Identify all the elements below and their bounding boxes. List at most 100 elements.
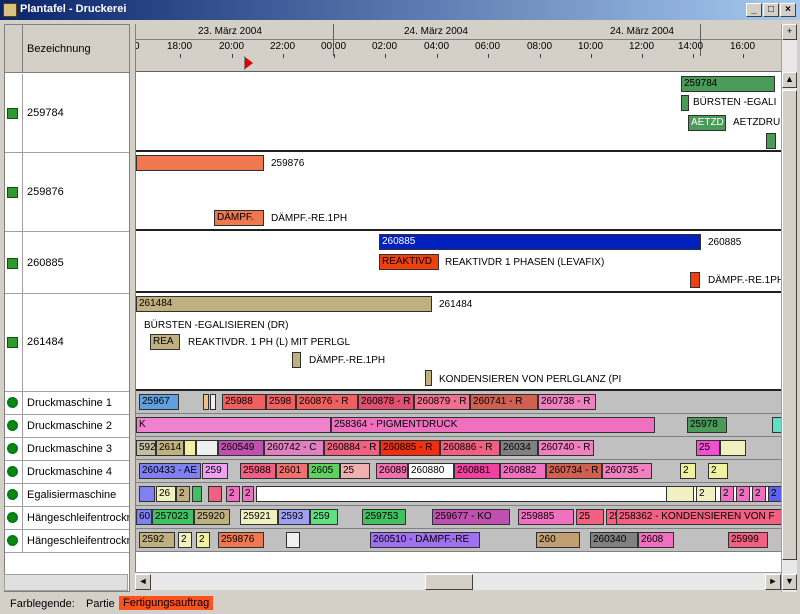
row-machine-druckmaschine-2[interactable]: Druckmaschine 2 — [5, 415, 129, 438]
job-bar[interactable]: K — [136, 417, 331, 433]
step-bar[interactable]: REAKTIVD — [379, 254, 439, 270]
job-bar[interactable]: 260742 - C — [264, 440, 324, 456]
job-bar[interactable]: 259677 - KO — [432, 509, 510, 525]
row-order-261484[interactable]: 261484 — [5, 294, 129, 392]
job-bar[interactable]: 25988 — [240, 463, 276, 479]
row-machine-druckmaschine-4[interactable]: Druckmaschine 4 — [5, 461, 129, 484]
job-bar[interactable]: 2 — [226, 486, 240, 502]
order-bar[interactable]: 259784 — [681, 76, 775, 92]
job-bar[interactable]: 2 — [736, 486, 750, 502]
job-bar[interactable] — [720, 440, 746, 456]
job-bar[interactable]: 25920 — [194, 509, 230, 525]
step-bar[interactable]: REA — [150, 334, 180, 350]
job-bar[interactable]: 2 — [176, 486, 190, 502]
horizontal-scrollbar[interactable]: ◄ ► — [135, 572, 781, 590]
job-bar[interactable]: 2 — [708, 463, 728, 479]
job-bar[interactable]: 2614 — [156, 440, 184, 456]
current-time-marker[interactable] — [245, 57, 253, 69]
job-bar[interactable]: 259885 — [518, 509, 574, 525]
job-bar[interactable] — [196, 440, 218, 456]
column-header[interactable]: Bezeichnung — [5, 25, 129, 73]
job-bar[interactable] — [772, 417, 781, 433]
job-bar[interactable]: 260884 - R — [324, 440, 380, 456]
job-bar[interactable]: 260510 - DÄMPF.-RE — [370, 532, 480, 548]
job-bar[interactable]: 260738 - R — [538, 394, 596, 410]
job-bar[interactable] — [184, 440, 196, 456]
row-machine-druckmaschine-3[interactable]: Druckmaschine 3 — [5, 438, 129, 461]
horizontal-scroll-thumb[interactable] — [425, 574, 473, 590]
row-order-260885[interactable]: 260885 — [5, 232, 129, 294]
order-bar[interactable]: 260885 — [379, 234, 701, 250]
step-bar[interactable]: DÄMPF. — [214, 210, 264, 226]
order-bar[interactable]: 261484 — [136, 296, 432, 312]
job-bar[interactable]: 2608 — [638, 532, 674, 548]
row-machine-haengeschleifentrockner-2[interactable]: Hängeschleifentrockn — [5, 530, 129, 553]
vertical-scrollbar[interactable]: + ▲ ▼ — [781, 24, 797, 592]
job-bar[interactable]: 60 — [136, 509, 152, 525]
job-bar[interactable] — [666, 486, 694, 502]
job-bar[interactable]: 25 — [696, 440, 720, 456]
row-machine-druckmaschine-1[interactable]: Druckmaschine 1 — [5, 392, 129, 415]
job-bar[interactable]: 260878 - R — [358, 394, 414, 410]
left-horizontal-scrollbar[interactable] — [4, 574, 128, 591]
job-bar[interactable]: 260740 - R — [538, 440, 594, 456]
job-bar[interactable] — [139, 486, 155, 502]
job-bar[interactable]: 2598 — [266, 394, 296, 410]
job-bar[interactable]: 2605 — [308, 463, 340, 479]
job-bar[interactable]: 592 — [136, 440, 156, 456]
job-bar[interactable]: 2 — [720, 486, 734, 502]
job-bar[interactable]: 25921 — [240, 509, 278, 525]
job-bar[interactable]: 2593 — [278, 509, 310, 525]
row-machine-haengeschleifentrockner-1[interactable]: Hängeschleifentrockn — [5, 507, 129, 530]
job-bar[interactable]: 260340 — [590, 532, 638, 548]
job-bar[interactable] — [286, 532, 300, 548]
job-bar[interactable]: 260879 - R — [414, 394, 470, 410]
job-bar[interactable]: 2 — [196, 532, 210, 548]
job-bar[interactable]: 25967 — [139, 394, 179, 410]
job-bar[interactable]: 25 — [340, 463, 370, 479]
job-bar[interactable]: 258364 - PIGMENTDRUCK — [331, 417, 655, 433]
job-bar[interactable]: 259876 — [218, 532, 264, 548]
job-bar[interactable]: 260549 — [218, 440, 264, 456]
order-bar[interactable] — [136, 155, 264, 171]
job-bar[interactable]: 2 — [242, 486, 254, 502]
job-bar[interactable]: 2 — [768, 486, 781, 502]
job-bar[interactable]: 2 — [680, 463, 696, 479]
job-bar[interactable]: 2 — [178, 532, 192, 548]
vertical-scroll-thumb[interactable] — [782, 90, 797, 560]
job-bar[interactable]: 260876 - R — [296, 394, 358, 410]
job-bar[interactable]: 26 — [156, 486, 176, 502]
zoom-in-button[interactable]: + — [782, 24, 797, 40]
job-bar[interactable] — [192, 486, 202, 502]
step-bar[interactable] — [425, 370, 432, 386]
step-bar[interactable]: AETZD — [688, 115, 726, 131]
step-bar[interactable] — [690, 272, 700, 288]
job-bar[interactable]: 260734 - R — [546, 463, 602, 479]
job-bar[interactable]: 25 — [576, 509, 604, 525]
job-bar[interactable]: 260433 - AE — [139, 463, 201, 479]
job-bar[interactable]: 259 — [310, 509, 338, 525]
job-bar[interactable]: 26089 — [376, 463, 408, 479]
job-bar[interactable]: 2592 — [139, 532, 175, 548]
job-bar[interactable]: 26034 — [500, 440, 538, 456]
job-bar[interactable]: 257023 — [152, 509, 194, 525]
scroll-left-button[interactable]: ◄ — [135, 574, 151, 590]
close-button[interactable]: × — [780, 3, 796, 17]
step-bar[interactable] — [292, 352, 301, 368]
job-bar[interactable]: 2 — [752, 486, 766, 502]
job-bar[interactable]: 25988 — [222, 394, 266, 410]
job-bar[interactable]: 2601 — [276, 463, 308, 479]
step-bar[interactable] — [681, 95, 689, 111]
job-bar[interactable]: 260735 - — [602, 463, 652, 479]
job-bar[interactable]: 260885 - R — [380, 440, 440, 456]
job-bar[interactable]: 258362 - KONDENSIEREN VON F — [616, 509, 781, 525]
row-order-259784[interactable]: 259784 — [5, 74, 129, 153]
job-bar[interactable]: 260881 — [454, 463, 500, 479]
job-bar[interactable]: 25999 — [728, 532, 768, 548]
step-bar[interactable] — [766, 133, 776, 149]
job-bar[interactable]: 260882 — [500, 463, 546, 479]
row-order-259876[interactable]: 259876 — [5, 153, 129, 232]
gantt-chart[interactable]: 23. März 2004 24. März 2004 24. März 200… — [135, 24, 781, 572]
scroll-up-button[interactable]: ▲ — [782, 72, 797, 88]
job-bar[interactable]: 260741 - R — [470, 394, 538, 410]
